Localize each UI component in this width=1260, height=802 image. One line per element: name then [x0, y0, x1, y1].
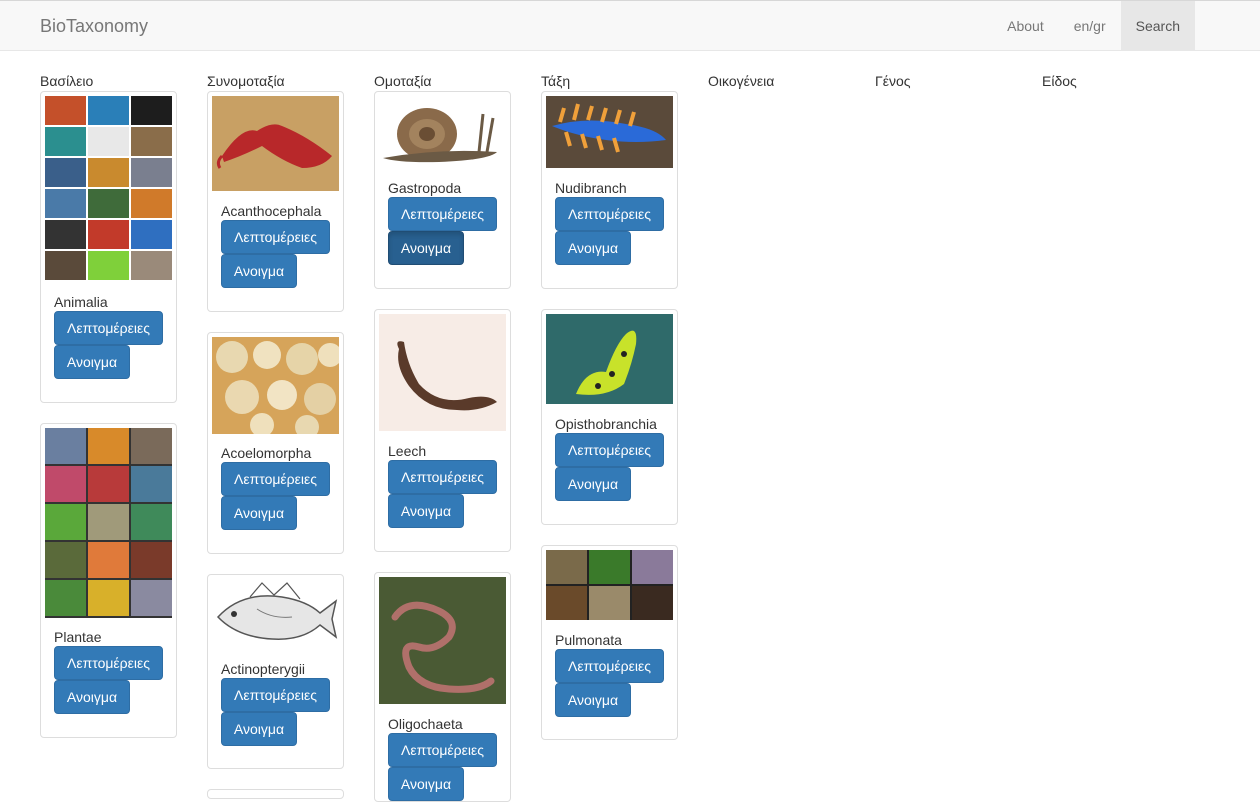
open-button[interactable]: Ανοιγμα	[388, 494, 464, 528]
taxon-card-nudibranch: Nudibranch Λεπτομέρειες Ανοιγμα	[541, 91, 678, 289]
details-button[interactable]: Λεπτομέρειες	[54, 646, 163, 680]
taxon-card-gastropoda: Gastropoda Λεπτομέρειες Ανοιγμα	[374, 91, 511, 289]
column-header-phylum: Συνομοταξία	[207, 73, 285, 89]
nav-language[interactable]: en/gr	[1059, 1, 1121, 51]
top-navbar: BioTaxonomy About en/gr Search	[0, 0, 1260, 51]
brand-logo[interactable]: BioTaxonomy	[40, 16, 148, 37]
details-button[interactable]: Λεπτομέρειες	[555, 197, 664, 231]
taxon-card-acanthocephala: Acanthocephala Λεπτομέρειες Ανοιγμα	[207, 91, 344, 312]
taxon-card-partial	[207, 789, 344, 799]
open-button[interactable]: Ανοιγμα	[388, 767, 464, 801]
details-button[interactable]: Λεπτομέρειες	[388, 733, 497, 767]
open-button[interactable]: Ανοιγμα	[555, 683, 631, 717]
column-header-species: Είδος	[1042, 73, 1077, 89]
taxon-card-plantae: Plantae Λεπτομέρειες Ανοιγμα	[40, 423, 177, 738]
taxon-card-animalia: Animalia Λεπτομέρειες Ανοιγμα	[40, 91, 177, 403]
taxon-card-oligochaeta: Oligochaeta Λεπτομέρειες Ανοιγμα	[374, 572, 511, 802]
open-button[interactable]: Ανοιγμα	[221, 712, 297, 746]
open-button[interactable]: Ανοιγμα	[54, 345, 130, 379]
column-header-kingdom: Βασίλειο	[40, 73, 94, 89]
taxon-image-gastropoda	[379, 96, 506, 168]
details-button[interactable]: Λεπτομέρειες	[221, 462, 330, 496]
taxon-image-opisthobranchia	[546, 314, 673, 404]
taxon-name: Pulmonata	[555, 632, 622, 648]
column-header-class: Ομοταξία	[374, 73, 432, 89]
taxon-card-opisthobranchia: Opisthobranchia Λεπτομέρειες Ανοιγμα	[541, 309, 678, 525]
taxon-image-animalia	[45, 96, 172, 282]
taxon-image-acanthocephala	[212, 96, 339, 191]
open-button[interactable]: Ανοιγμα	[221, 254, 297, 288]
taxon-card-acoelomorpha: Acoelomorpha Λεπτομέρειες Ανοιγμα	[207, 332, 344, 554]
taxon-name: Animalia	[54, 294, 108, 310]
taxon-image-nudibranch	[546, 96, 673, 168]
taxon-image-acoelomorpha	[212, 337, 339, 434]
open-button[interactable]: Ανοιγμα	[54, 680, 130, 714]
taxon-name: Actinopterygii	[221, 661, 306, 677]
taxon-image-oligochaeta	[379, 577, 506, 704]
details-button[interactable]: Λεπτομέρειες	[555, 433, 664, 467]
open-button[interactable]: Ανοιγμα	[221, 496, 297, 530]
taxon-card-leech: Leech Λεπτομέρειες Ανοιγμα	[374, 309, 511, 552]
column-header-family: Οικογένεια	[708, 73, 775, 89]
details-button[interactable]: Λεπτομέρειες	[388, 460, 497, 494]
details-button[interactable]: Λεπτομέρειες	[555, 649, 664, 683]
taxon-name: Leech	[388, 443, 427, 459]
open-button[interactable]: Ανοιγμα	[555, 467, 631, 501]
taxon-name: Gastropoda	[388, 180, 462, 196]
taxon-name: Acanthocephala	[221, 203, 322, 219]
details-button[interactable]: Λεπτομέρειες	[221, 220, 330, 254]
taxon-name: Opisthobranchia	[555, 416, 657, 432]
taxon-image-leech	[379, 314, 506, 431]
taxon-image-actinopterygii	[212, 579, 339, 649]
taxon-card-pulmonata: Pulmonata Λεπτομέρειες Ανοιγμα	[541, 545, 678, 740]
column-header-order: Τάξη	[541, 73, 571, 89]
nav-about[interactable]: About	[992, 1, 1059, 51]
nav-menu: About en/gr Search	[992, 1, 1195, 51]
taxon-name: Oligochaeta	[388, 716, 463, 732]
details-button[interactable]: Λεπτομέρειες	[54, 311, 163, 345]
details-button[interactable]: Λεπτομέρειες	[388, 197, 497, 231]
nav-search[interactable]: Search	[1120, 1, 1195, 51]
column-header-genus: Γένος	[875, 73, 911, 89]
taxon-name: Plantae	[54, 629, 102, 645]
taxon-image-pulmonata	[546, 550, 673, 620]
taxon-card-actinopterygii: Actinopterygii Λεπτομέρειες Ανοιγμα	[207, 574, 344, 769]
details-button[interactable]: Λεπτομέρειες	[221, 678, 330, 712]
taxon-image-plantae	[45, 428, 172, 618]
taxon-name: Nudibranch	[555, 180, 627, 196]
open-button[interactable]: Ανοιγμα	[388, 231, 464, 265]
open-button[interactable]: Ανοιγμα	[555, 231, 631, 265]
taxon-name: Acoelomorpha	[221, 445, 312, 461]
